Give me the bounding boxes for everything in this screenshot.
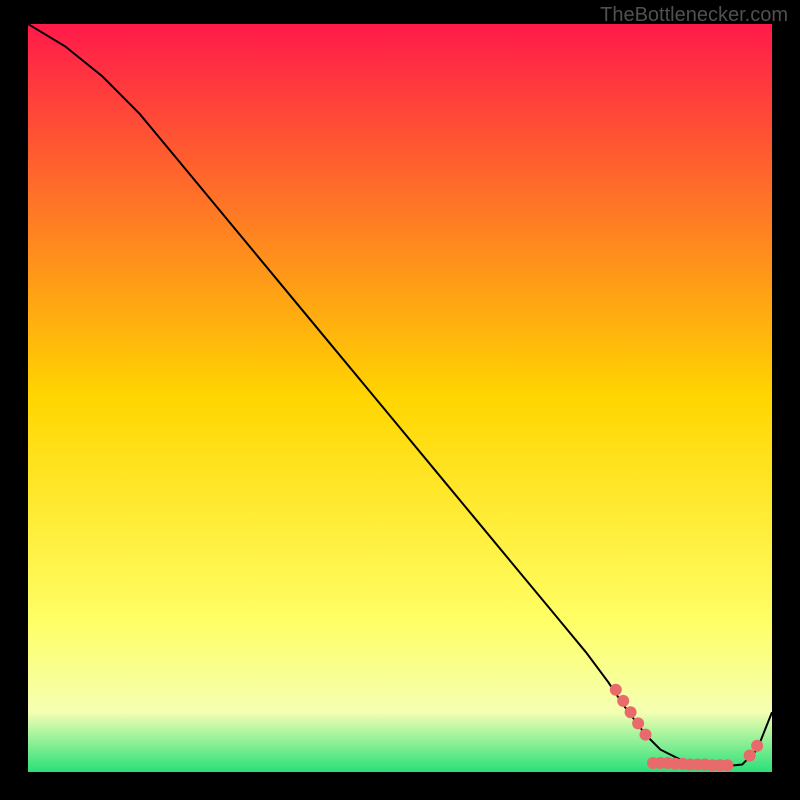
data-marker xyxy=(617,695,629,707)
chart-area xyxy=(28,24,772,772)
data-marker xyxy=(632,717,644,729)
data-marker xyxy=(610,684,622,696)
data-marker xyxy=(625,706,637,718)
chart-svg xyxy=(28,24,772,772)
chart-background xyxy=(28,24,772,772)
data-marker xyxy=(640,729,652,741)
data-marker xyxy=(751,740,763,752)
attribution-label: TheBottlenecker.com xyxy=(600,4,788,27)
data-marker xyxy=(744,750,756,762)
data-marker xyxy=(721,759,733,771)
